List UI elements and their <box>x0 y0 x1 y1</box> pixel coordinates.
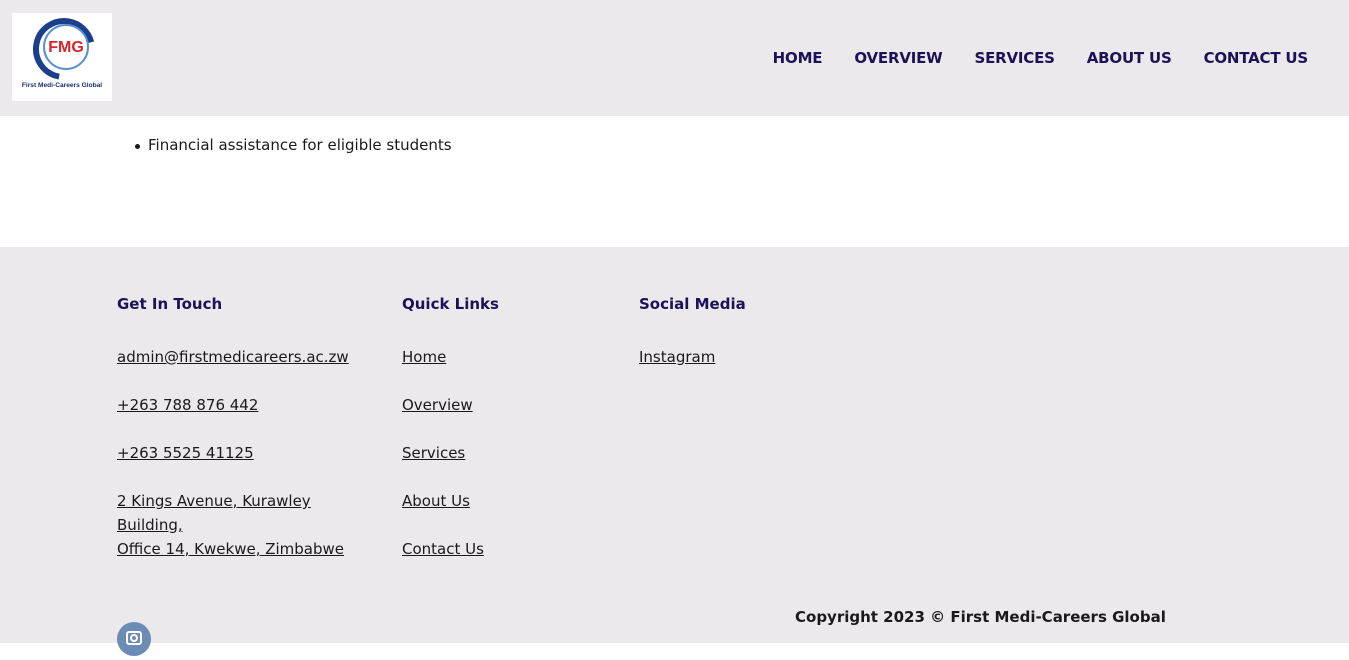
instagram-icon[interactable] <box>117 622 151 656</box>
phone-link-2[interactable]: +263 5525 41125 <box>117 441 377 465</box>
address-link[interactable]: 2 Kings Avenue, Kurawley Building, Offic… <box>117 489 377 561</box>
nav-services[interactable]: SERVICES <box>975 49 1055 67</box>
quick-links-column: Quick Links Home Overview Services About… <box>402 295 602 585</box>
quick-link-contact-us[interactable]: Contact Us <box>402 537 602 561</box>
main-content: Financial assistance for eligible studen… <box>0 116 1349 247</box>
email-link[interactable]: admin@firstmedicareers.ac.zw <box>117 345 377 369</box>
logo-abbr: FMG <box>48 39 84 56</box>
main-nav: HOME OVERVIEW SERVICES ABOUT US CONTACT … <box>741 0 1309 116</box>
address-line-2: Office 14, Kwekwe, Zimbabwe <box>117 540 345 558</box>
get-in-touch-column: Get In Touch admin@firstmedicareers.ac.z… <box>117 295 377 585</box>
fmg-logo-icon: FMG First Medi-Careers Global <box>22 18 102 89</box>
address-line-1: 2 Kings Avenue, Kurawley Building, <box>117 492 311 534</box>
list-item: Financial assistance for eligible studen… <box>133 136 452 154</box>
instagram-glyph <box>126 631 142 645</box>
fmg-logo[interactable]: FMG First Medi-Careers Global <box>12 13 112 101</box>
get-in-touch-title: Get In Touch <box>117 295 223 313</box>
quick-links-title: Quick Links <box>402 295 499 313</box>
copyright-text: Copyright 2023 © First Medi-Careers Glob… <box>795 608 1166 626</box>
logo-name: First Medi-Careers Global <box>22 82 102 89</box>
nav-about-us[interactable]: ABOUT US <box>1087 49 1172 67</box>
benefits-list: Financial assistance for eligible studen… <box>133 136 452 154</box>
instagram-link[interactable]: Instagram <box>639 345 839 369</box>
quick-link-services[interactable]: Services <box>402 441 602 465</box>
site-footer: Get In Touch admin@firstmedicareers.ac.z… <box>0 247 1349 656</box>
quick-link-overview[interactable]: Overview <box>402 393 602 417</box>
social-media-column: Social Media Instagram <box>639 295 839 393</box>
nav-contact-us[interactable]: CONTACT US <box>1204 49 1309 67</box>
nav-home[interactable]: HOME <box>773 49 823 67</box>
nav-overview[interactable]: OVERVIEW <box>854 49 942 67</box>
phone-link-1[interactable]: +263 788 876 442 <box>117 393 377 417</box>
site-header: FMG First Medi-Careers Global HOME OVERV… <box>0 0 1349 116</box>
quick-link-about-us[interactable]: About Us <box>402 489 602 513</box>
social-media-title: Social Media <box>639 295 746 313</box>
quick-link-home[interactable]: Home <box>402 345 602 369</box>
